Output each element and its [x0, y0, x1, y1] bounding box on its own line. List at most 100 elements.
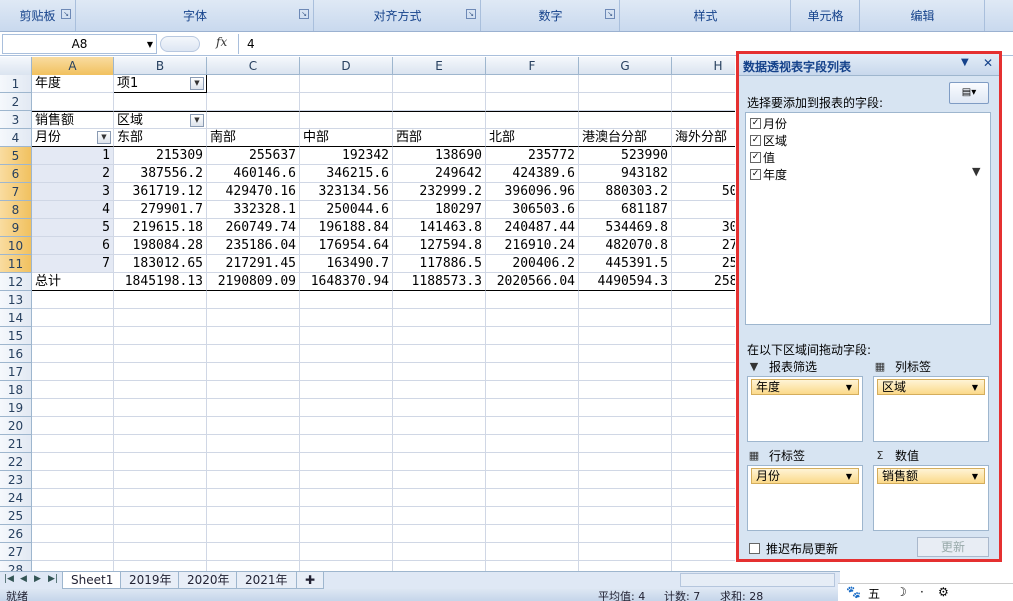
- grid-cell[interactable]: 323134.56: [300, 183, 393, 201]
- grid-cell[interactable]: [672, 543, 735, 561]
- grid-cell[interactable]: [579, 93, 672, 111]
- ribbon-group-cells[interactable]: 单元格: [792, 0, 860, 31]
- chevron-down-icon[interactable]: ▼: [147, 40, 153, 49]
- grid-cell[interactable]: 429470.16: [207, 183, 300, 201]
- grid-cell[interactable]: 534469.8: [579, 219, 672, 237]
- grid-cell[interactable]: [672, 309, 735, 327]
- dialog-launcher-icon[interactable]: ↘: [299, 9, 309, 19]
- grid-cell[interactable]: [486, 111, 579, 129]
- ribbon-group-clipboard[interactable]: 剪贴板 ↘: [0, 0, 76, 31]
- row-header[interactable]: 25: [0, 507, 32, 525]
- grid-cell[interactable]: [579, 327, 672, 345]
- row-header[interactable]: 23: [0, 471, 32, 489]
- field-item[interactable]: ✓ 值: [750, 149, 775, 165]
- column-field-region[interactable]: 区域 ▼: [877, 379, 985, 395]
- grid-cell[interactable]: [300, 453, 393, 471]
- worksheet-grid[interactable]: A B C D E F G H 1 2 3 4 5 6 7 8 9 10 11 12 13 14 15 16 1…: [0, 57, 735, 571]
- checkbox-checked-icon[interactable]: ✓: [750, 168, 761, 180]
- grid-cell[interactable]: [393, 309, 486, 327]
- grid-cell[interactable]: [32, 471, 114, 489]
- grid-cell[interactable]: 月份 ▼: [32, 129, 114, 147]
- column-header-c[interactable]: C: [207, 57, 300, 75]
- grid-cell[interactable]: 346215.6: [300, 165, 393, 183]
- grid-cell[interactable]: [672, 93, 735, 111]
- grid-cell[interactable]: 区域 ▼: [114, 111, 207, 129]
- chevron-down-icon[interactable]: ▼: [846, 470, 852, 484]
- grid-cell[interactable]: [486, 327, 579, 345]
- field-list[interactable]: ✓ 月份 ✓ 区域 ✓ 值 ✓ 年度 ▼: [745, 112, 991, 325]
- ribbon-group-alignment[interactable]: 对齐方式 ↘: [315, 0, 481, 31]
- grid-cell[interactable]: [672, 111, 735, 129]
- grid-cell[interactable]: [32, 363, 114, 381]
- insert-function-icon[interactable]: fx: [216, 35, 227, 49]
- grid-cell[interactable]: [32, 453, 114, 471]
- grid-cell[interactable]: [114, 291, 207, 309]
- grid-cell[interactable]: [114, 309, 207, 327]
- grid-cell[interactable]: 196188.84: [300, 219, 393, 237]
- grid-cell[interactable]: [393, 489, 486, 507]
- grid-cell[interactable]: [579, 543, 672, 561]
- grid-cell[interactable]: [114, 399, 207, 417]
- grid-cell[interactable]: 219615.18: [114, 219, 207, 237]
- grid-cell[interactable]: [114, 561, 207, 571]
- grid-cell[interactable]: 279901.7: [114, 201, 207, 219]
- column-header-h[interactable]: H: [672, 57, 735, 75]
- grid-cell[interactable]: 215309: [114, 147, 207, 165]
- formula-bar-splitter[interactable]: [160, 36, 200, 52]
- grid-cell[interactable]: [393, 75, 486, 93]
- grid-cell[interactable]: [579, 111, 672, 129]
- row-header[interactable]: 1: [0, 75, 32, 93]
- grid-cell[interactable]: [393, 93, 486, 111]
- grid-cell[interactable]: [579, 399, 672, 417]
- grid-cell[interactable]: [672, 75, 735, 93]
- row-header[interactable]: 2: [0, 93, 32, 111]
- checkbox-checked-icon[interactable]: ✓: [750, 117, 761, 129]
- column-header-g[interactable]: G: [579, 57, 672, 75]
- row-header[interactable]: 3: [0, 111, 32, 129]
- grid-cell[interactable]: 127594.8: [393, 237, 486, 255]
- grid-cell[interactable]: 424389.6: [486, 165, 579, 183]
- grid-cell[interactable]: [486, 561, 579, 571]
- grid-cell[interactable]: [579, 525, 672, 543]
- grid-cell[interactable]: 198084.28: [114, 237, 207, 255]
- dialog-launcher-icon[interactable]: ↘: [605, 9, 615, 19]
- grid-cell[interactable]: [486, 417, 579, 435]
- grid-cell[interactable]: [207, 453, 300, 471]
- grid-cell[interactable]: 255637: [207, 147, 300, 165]
- ribbon-group-editing[interactable]: 编辑: [861, 0, 985, 31]
- chevron-down-icon[interactable]: ▼: [846, 381, 852, 395]
- grid-cell[interactable]: [300, 417, 393, 435]
- grid-cell[interactable]: [579, 309, 672, 327]
- grid-cell[interactable]: [486, 309, 579, 327]
- grid-cell[interactable]: [579, 381, 672, 399]
- grid-cell[interactable]: [393, 291, 486, 309]
- grid-cell[interactable]: [486, 435, 579, 453]
- grid-cell[interactable]: [114, 327, 207, 345]
- chevron-down-icon[interactable]: ▼: [190, 114, 204, 127]
- chevron-down-icon[interactable]: ▼: [972, 381, 978, 395]
- insert-sheet-icon[interactable]: ✚: [296, 572, 325, 589]
- grid-cell[interactable]: [300, 291, 393, 309]
- grid-cell[interactable]: 880303.2: [579, 183, 672, 201]
- row-header[interactable]: 18: [0, 381, 32, 399]
- grid-cell[interactable]: [32, 381, 114, 399]
- grid-cell[interactable]: [207, 75, 300, 93]
- row-header[interactable]: 13: [0, 291, 32, 309]
- grid-cell[interactable]: [114, 345, 207, 363]
- grid-cell[interactable]: [207, 507, 300, 525]
- grid-cell[interactable]: [672, 363, 735, 381]
- sheet-tab-2019[interactable]: 2019年: [120, 572, 181, 589]
- row-header[interactable]: 12: [0, 273, 32, 291]
- grid-cell[interactable]: 361719.12: [114, 183, 207, 201]
- next-sheet-icon[interactable]: ▶: [34, 574, 41, 584]
- grid-cell[interactable]: [486, 75, 579, 93]
- grid-cell[interactable]: 387556.2: [114, 165, 207, 183]
- grid-cell[interactable]: 年度: [32, 75, 114, 93]
- grid-cell[interactable]: 460146.6: [207, 165, 300, 183]
- grid-cell[interactable]: [300, 435, 393, 453]
- grid-cell[interactable]: 216910.24: [486, 237, 579, 255]
- grid-cell[interactable]: 235772: [486, 147, 579, 165]
- grid-cell[interactable]: [672, 489, 735, 507]
- dialog-launcher-icon[interactable]: ↘: [61, 9, 71, 19]
- grid-cell[interactable]: [207, 435, 300, 453]
